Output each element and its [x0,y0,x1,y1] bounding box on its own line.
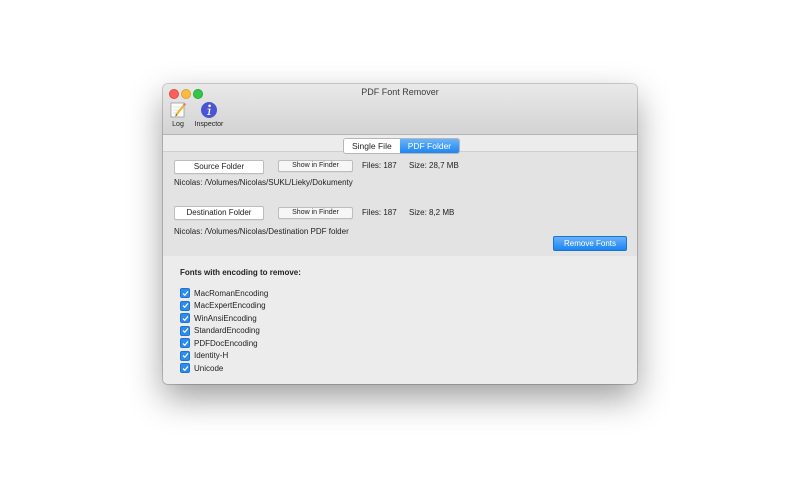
encoding-item-macroman[interactable]: MacRomanEncoding [180,287,268,300]
checkbox-standard[interactable] [180,325,190,336]
source-folder-button[interactable]: Source Folder [174,160,264,174]
inspector-toolbar-button[interactable]: Inspector [192,101,226,128]
destination-path: Nicolas: /Volumes/Nicolas/Destination PD… [174,227,349,236]
encoding-label: MacExpertEncoding [194,301,266,311]
checkmark-icon [182,340,188,346]
checkmark-icon [182,315,188,321]
encoding-label: Unicode [194,363,224,373]
encoding-label: Identity-H [194,351,229,361]
inspector-label: Inspector [194,121,224,128]
encoding-item-winansi[interactable]: WinAnsiEncoding [180,312,268,325]
encoding-item-standard[interactable]: StandardEncoding [180,325,268,338]
encoding-item-unicode[interactable]: Unicode [180,362,268,375]
encoding-label: MacRomanEncoding [194,288,269,298]
destination-size: Size: 8,2 MB [409,208,455,217]
checkmark-icon [182,365,188,371]
encoding-label: WinAnsiEncoding [194,313,257,323]
encodings-list: MacRomanEncoding MacExpertEncoding WinAn… [180,287,268,375]
encoding-item-identity-h[interactable]: Identity-H [180,350,268,363]
source-path: Nicolas: /Volumes/Nicolas/SUKL/Lieky/Dok… [174,178,353,187]
checkbox-pdfdoc[interactable] [180,338,190,349]
log-icon [170,102,187,118]
destination-show-in-finder-button[interactable]: Show in Finder [278,207,353,219]
destination-folder-button[interactable]: Destination Folder [174,206,264,220]
info-icon [201,102,217,118]
checkmark-icon [182,328,188,334]
source-size: Size: 28,7 MB [409,161,459,170]
encoding-item-pdfdoc[interactable]: PDFDocEncoding [180,337,268,350]
source-file-count: Files: 187 [362,161,397,170]
tab-pdf-folder[interactable]: PDF Folder [399,139,460,153]
main-content: Source Folder Show in Finder Files: 187 … [163,135,637,384]
checkbox-macroman[interactable] [180,288,190,299]
titlebar: PDF Font Remover Log Inspector [163,84,637,135]
app-window: PDF Font Remover Log Inspector Source Fo… [163,84,637,384]
checkmark-icon [182,303,188,309]
checkmark-icon [182,290,188,296]
mode-segmented-control: Single File PDF Folder [343,138,461,154]
checkbox-identity-h[interactable] [180,350,190,361]
encodings-panel: Fonts with encoding to remove: MacRomanE… [163,256,637,384]
tab-single-file[interactable]: Single File [344,139,400,153]
encoding-label: PDFDocEncoding [194,338,258,348]
checkbox-unicode[interactable] [180,363,190,374]
source-show-in-finder-button[interactable]: Show in Finder [278,160,353,172]
destination-file-count: Files: 187 [362,208,397,217]
window-title: PDF Font Remover [361,87,439,97]
remove-fonts-button[interactable]: Remove Fonts [553,236,627,251]
log-toolbar-button[interactable]: Log [169,101,187,128]
encoding-label: StandardEncoding [194,326,260,336]
checkbox-winansi[interactable] [180,313,190,324]
folder-panel: Source Folder Show in Finder Files: 187 … [163,151,637,256]
checkbox-macexpert[interactable] [180,300,190,311]
checkmark-icon [182,353,188,359]
log-label: Log [172,121,184,128]
encoding-item-macexpert[interactable]: MacExpertEncoding [180,300,268,313]
encodings-heading: Fonts with encoding to remove: [180,268,301,277]
